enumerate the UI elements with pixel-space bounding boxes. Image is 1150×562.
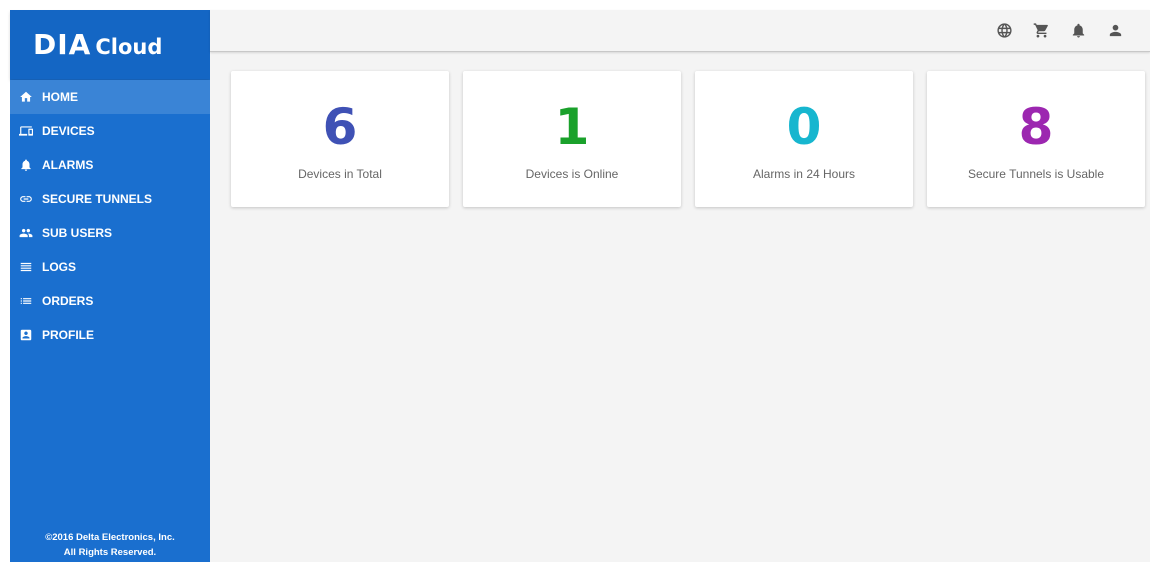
stat-value: 1 — [554, 98, 590, 156]
contact-card-icon — [19, 328, 33, 342]
app: DIA Cloud HOME DEVICES ALARMS SECURE TUN… — [0, 0, 1150, 562]
sidebar-item-profile[interactable]: PROFILE — [10, 318, 210, 352]
sidebar: DIA Cloud HOME DEVICES ALARMS SECURE TUN… — [10, 10, 210, 562]
sidebar-nav: HOME DEVICES ALARMS SECURE TUNNELS SUB U… — [10, 80, 210, 352]
stats-cards: 6 Devices in Total 1 Devices is Online 0… — [231, 71, 1145, 207]
stat-label: Devices is Online — [525, 167, 619, 181]
list-icon — [19, 294, 33, 308]
logo-dia-text: DIA — [33, 28, 92, 61]
rights-text: All Rights Reserved. — [63, 547, 157, 558]
link-icon — [19, 192, 33, 206]
group-icon — [19, 226, 33, 240]
user-icon[interactable] — [1106, 22, 1124, 40]
lines-icon — [19, 260, 33, 274]
sidebar-item-label: ORDERS — [42, 294, 94, 308]
sidebar-item-label: PROFILE — [42, 328, 95, 342]
stat-label: Devices in Total — [298, 167, 382, 181]
sidebar-item-logs[interactable]: LOGS — [10, 250, 210, 284]
bell-icon — [19, 158, 33, 172]
sidebar-item-label: HOME — [42, 90, 78, 104]
stat-value: 8 — [1018, 98, 1054, 156]
sidebar-item-label: LOGS — [42, 260, 77, 274]
sidebar-item-secure-tunnels[interactable]: SECURE TUNNELS — [10, 182, 210, 216]
stat-value: 6 — [322, 98, 358, 156]
main-content: 6 Devices in Total 1 Devices is Online 0… — [210, 10, 1150, 562]
bell-icon[interactable] — [1069, 22, 1087, 40]
cart-icon[interactable] — [1032, 22, 1050, 40]
sidebar-item-devices[interactable]: DEVICES — [10, 114, 210, 148]
sidebar-item-label: SECURE TUNNELS — [42, 192, 153, 206]
stat-card-alarms-24h[interactable]: 0 Alarms in 24 Hours — [695, 71, 913, 207]
logo[interactable]: DIA Cloud — [10, 10, 210, 79]
stat-value: 0 — [786, 98, 822, 156]
stat-card-secure-tunnels[interactable]: 8 Secure Tunnels is Usable — [927, 71, 1145, 207]
top-bar — [210, 10, 1150, 52]
globe-icon[interactable] — [995, 22, 1013, 40]
home-icon — [19, 90, 33, 104]
sidebar-item-label: DEVICES — [42, 124, 95, 138]
sidebar-footer: ©2016 Delta Electronics, Inc. All Rights… — [10, 530, 210, 562]
stat-card-devices-online[interactable]: 1 Devices is Online — [463, 71, 681, 207]
stat-card-devices-total[interactable]: 6 Devices in Total — [231, 71, 449, 207]
sidebar-item-alarms[interactable]: ALARMS — [10, 148, 210, 182]
sidebar-item-orders[interactable]: ORDERS — [10, 284, 210, 318]
logo-cloud-text: Cloud — [95, 34, 163, 59]
sidebar-item-sub-users[interactable]: SUB USERS — [10, 216, 210, 250]
devices-icon — [19, 124, 33, 138]
stat-label: Alarms in 24 Hours — [752, 167, 856, 181]
sidebar-item-label: SUB USERS — [42, 226, 113, 240]
sidebar-item-label: ALARMS — [42, 158, 94, 172]
stat-label: Secure Tunnels is Usable — [967, 167, 1105, 181]
sidebar-item-home[interactable]: HOME — [10, 80, 210, 114]
copyright-text: ©2016 Delta Electronics, Inc. — [45, 532, 175, 543]
